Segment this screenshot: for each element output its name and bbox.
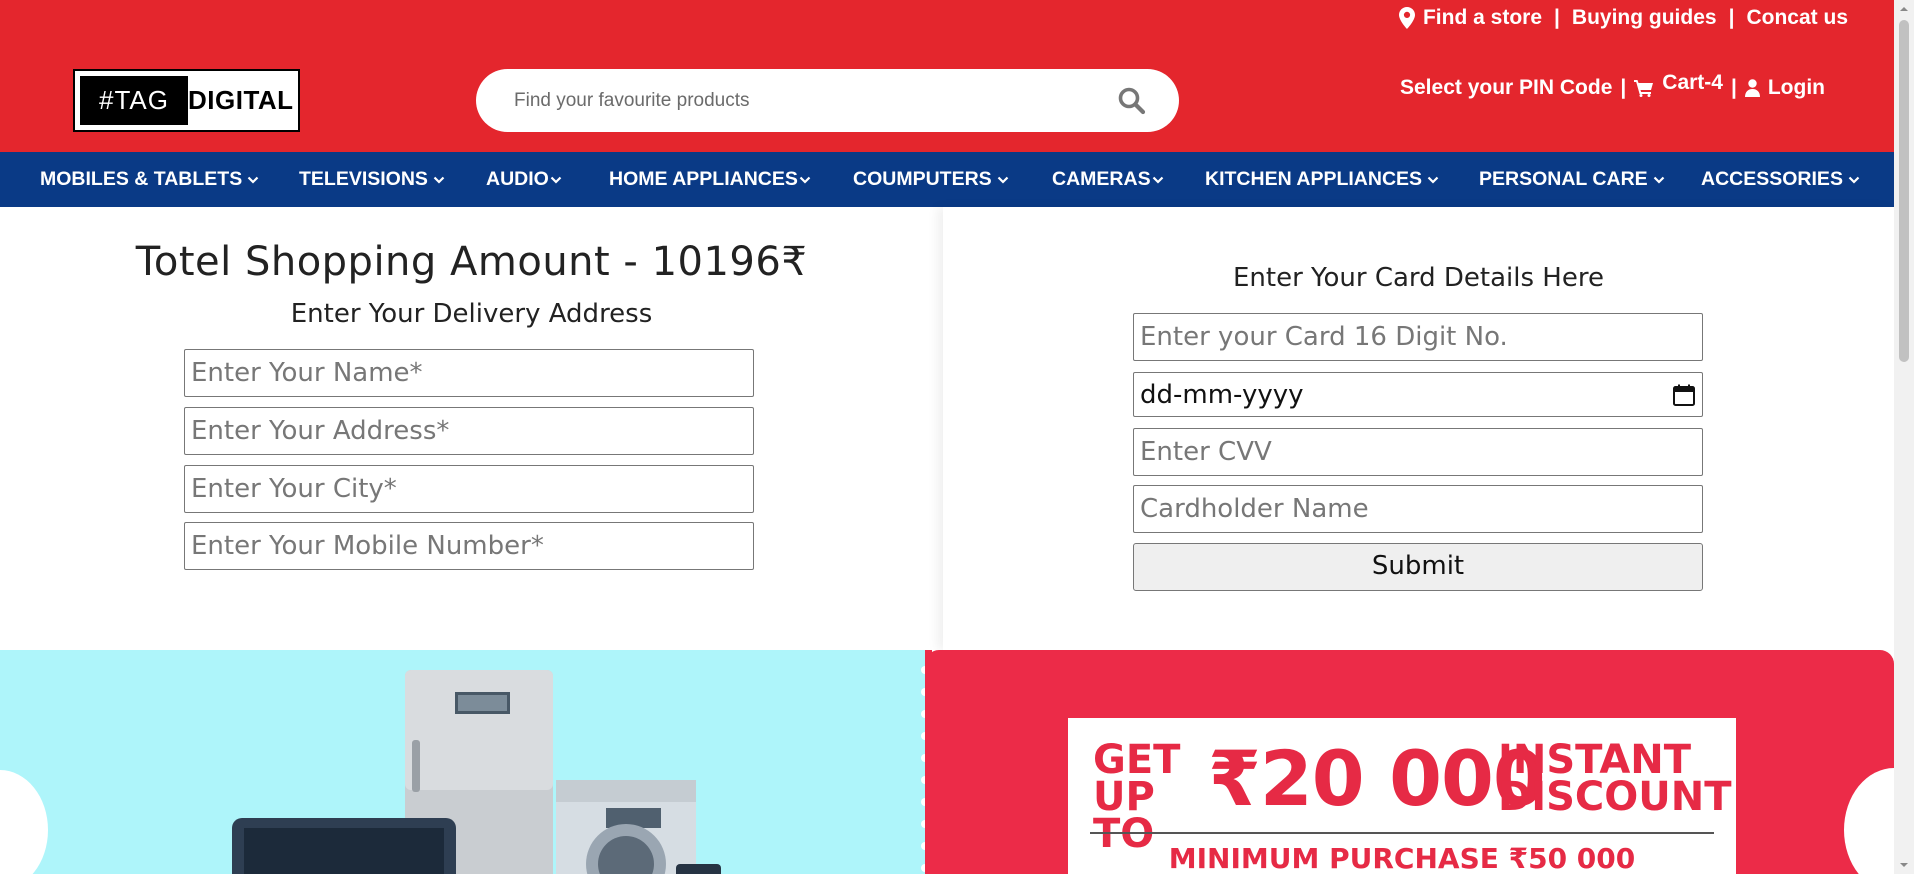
separator: | [1728, 6, 1735, 29]
nav-item-cameras[interactable]: CAMERAS [1052, 152, 1165, 207]
nav-item-televisions[interactable]: TELEVISIONS [299, 152, 446, 207]
top-links: Find a store | Buying guides | Concat us [1398, 6, 1848, 30]
separator: | [1730, 76, 1737, 99]
date-value: dd-mm-yyyy [1140, 379, 1304, 410]
nav-item-kitchen-appliances[interactable]: KITCHEN APPLIANCES [1205, 152, 1440, 207]
chevron-down-icon [1653, 176, 1664, 184]
submit-button[interactable]: Submit [1133, 543, 1703, 591]
discount-amount-text: ₹20 000 [1208, 734, 1546, 823]
find-store-link[interactable]: Find a store [1423, 6, 1542, 30]
map-pin-icon [1398, 7, 1415, 29]
cart-link[interactable]: Cart-4 [1662, 71, 1723, 95]
logo-tag-text: #TAG [80, 76, 188, 125]
page: Find a store | Buying guides | Concat us… [0, 0, 1914, 874]
chevron-down-icon [997, 176, 1008, 184]
nav-label: MOBILES & TABLETS [40, 168, 243, 190]
mobile-field[interactable] [184, 522, 754, 570]
chevron-down-icon [433, 176, 445, 184]
search-bar [476, 69, 1179, 132]
separator: | [1554, 6, 1560, 29]
cart-icon[interactable] [1634, 79, 1654, 97]
pin-code-link[interactable]: Select your PIN Code [1400, 76, 1612, 100]
nav-item-mobiles-tablets[interactable]: MOBILES & TABLETS [40, 152, 260, 207]
chevron-down-icon [1427, 176, 1439, 184]
nav-label: KITCHEN APPLIANCES [1205, 168, 1423, 190]
chevron-down-icon [247, 176, 259, 184]
scroll-down-arrow-icon[interactable] [1899, 860, 1909, 870]
category-nav: MOBILES & TABLETS TELEVISIONS AUDIO HOME… [0, 152, 1894, 207]
nav-label: CAMERAS [1052, 168, 1151, 190]
nav-item-accessories[interactable]: ACCESSORIES [1701, 152, 1861, 207]
calendar-icon[interactable] [1672, 383, 1696, 407]
nav-label: TELEVISIONS [299, 168, 428, 190]
nav-label: AUDIO [486, 168, 549, 190]
scroll-up-arrow-icon[interactable] [1899, 4, 1909, 14]
nav-label: PERSONAL CARE [1479, 168, 1648, 190]
nav-label: HOME APPLIANCES [609, 168, 798, 190]
appliances-illustration [0, 670, 721, 874]
search-icon[interactable] [1117, 86, 1147, 116]
scrollbar-thumb[interactable] [1899, 20, 1909, 362]
chevron-down-icon [550, 176, 562, 184]
page-scrollbar[interactable] [1894, 0, 1914, 874]
minimum-purchase-text: MINIMUM PURCHASE ₹50 000 [1168, 842, 1636, 874]
nav-item-computers[interactable]: COUMPUTERS [853, 152, 1010, 207]
delivery-address-panel: Totel Shopping Amount - 10196₹ Enter You… [0, 207, 943, 650]
city-field[interactable] [184, 465, 754, 513]
total-amount-heading: Totel Shopping Amount - 10196₹ [135, 239, 808, 285]
card-details-heading: Enter Your Card Details Here [1233, 263, 1604, 293]
chevron-down-icon [799, 176, 811, 184]
separator: | [1620, 76, 1627, 99]
discount-coupon: GET UP TO ₹20 000 INSTANT DISCOUNT MINIM… [1068, 718, 1736, 874]
logo-digital-text: DIGITAL [188, 85, 294, 115]
chevron-down-icon [1848, 176, 1860, 184]
expiry-date-field[interactable]: dd-mm-yyyy [1133, 372, 1703, 417]
card-details-panel: Enter Your Card Details Here dd-mm-yyyy … [943, 207, 1894, 650]
buying-guides-link[interactable]: Buying guides [1572, 6, 1717, 30]
address-field[interactable] [184, 407, 754, 455]
nav-label: ACCESSORIES [1701, 168, 1843, 190]
card-number-field[interactable] [1133, 313, 1703, 361]
site-header: Find a store | Buying guides | Concat us… [0, 0, 1894, 152]
nav-label: COUMPUTERS [853, 168, 992, 190]
get-up-to-text: GET UP TO [1093, 737, 1181, 857]
chevron-down-icon [1152, 176, 1163, 184]
cardholder-name-field[interactable] [1133, 485, 1703, 533]
login-link[interactable]: Login [1768, 76, 1825, 100]
name-field[interactable] [184, 349, 754, 397]
divider [1090, 832, 1714, 834]
site-logo[interactable]: #TAG DIGITAL [73, 69, 300, 132]
search-input[interactable] [514, 89, 1117, 112]
appliances-banner[interactable] [0, 650, 925, 874]
account-links: Select your PIN Code | Cart-4 | Login [1400, 71, 1825, 100]
cvv-field[interactable] [1133, 428, 1703, 476]
delivery-address-heading: Enter Your Delivery Address [290, 299, 653, 329]
nav-item-audio[interactable]: AUDIO [486, 152, 563, 207]
nav-item-home-appliances[interactable]: HOME APPLIANCES [609, 152, 812, 207]
contact-us-link[interactable]: Concat us [1746, 6, 1848, 30]
instant-discount-text: INSTANT DISCOUNT [1498, 737, 1732, 820]
nav-item-personal-care[interactable]: PERSONAL CARE [1479, 152, 1666, 207]
user-icon [1744, 79, 1760, 97]
